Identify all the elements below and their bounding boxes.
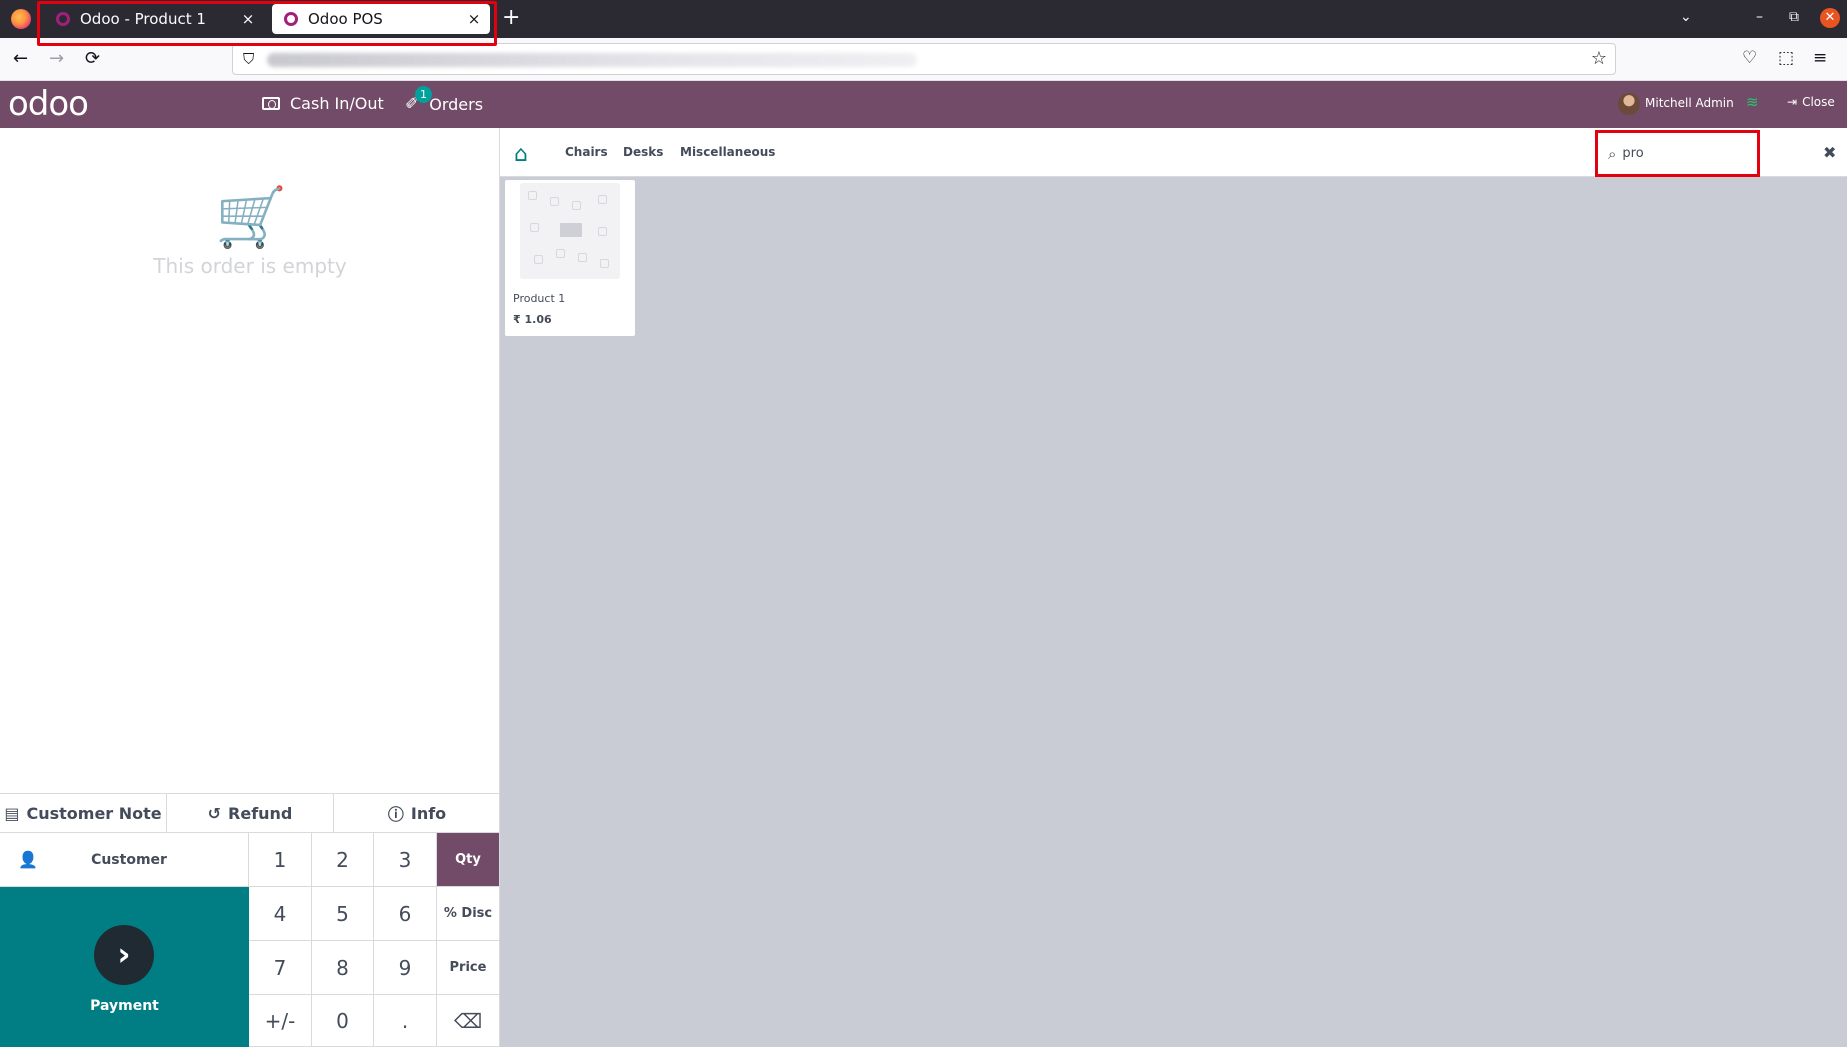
undo-icon: ↺ [207, 803, 222, 823]
user-name[interactable]: Mitchell Admin [1645, 96, 1734, 110]
customer-label: Customer [91, 851, 167, 868]
backspace-icon[interactable]: ⌫ [437, 995, 500, 1047]
pos-header: odoo Cash In/Out ✐ 1 Orders Mitchell Admi… [0, 81, 1847, 128]
firefox-logo-icon[interactable] [11, 9, 31, 29]
ticket-icon: ✐ 1 [405, 86, 432, 114]
search-input[interactable] [1622, 146, 1733, 161]
numpad: 1 2 3 Qty 4 5 6 % Disc 7 8 9 Price +/- 0… [249, 833, 500, 1047]
control-buttons: ▤ Customer Note ↺ Refund ⓘ Info [0, 793, 500, 833]
avatar[interactable] [1618, 93, 1640, 115]
user-icon: 👤 [18, 850, 38, 869]
numpad-key-6[interactable]: 6 [374, 887, 437, 941]
home-icon[interactable]: ⌂ [514, 142, 528, 167]
customer-button[interactable]: 👤 Customer [0, 833, 249, 887]
pocket-icon[interactable]: ♡ [1742, 48, 1757, 68]
numpad-key-2[interactable]: 2 [312, 833, 374, 887]
close-label: Close [1802, 95, 1835, 109]
numpad-key-1[interactable]: 1 [249, 833, 312, 887]
search-icon: ⌕ [1608, 144, 1617, 163]
chevron-right-icon: › [94, 925, 154, 985]
odoo-favicon-icon [56, 12, 70, 26]
bookmark-star-icon[interactable]: ☆ [1591, 48, 1607, 69]
browser-tab-pos[interactable]: Odoo POS × [272, 4, 490, 34]
orders-label: Orders [429, 94, 484, 114]
tab-label: Odoo POS [308, 10, 383, 28]
url-bar[interactable]: ⛉ ☆ [232, 43, 1616, 75]
sign-out-icon: ⇥ [1787, 95, 1798, 109]
numpad-key-3[interactable]: 3 [374, 833, 437, 887]
payment-label: Payment [90, 998, 159, 1014]
empty-order-text: This order is empty [153, 254, 347, 278]
numpad-key-0[interactable]: 0 [312, 995, 374, 1047]
info-button[interactable]: ⓘ Info [334, 794, 500, 832]
browser-nav-bar: ← → ⟳ ⛉ ☆ ♡ ⬚ ≡ [0, 38, 1847, 81]
numpad-key-dot[interactable]: . [374, 995, 437, 1047]
discount-mode-button[interactable]: % Disc [437, 887, 500, 941]
search-box[interactable]: ⌕ [1595, 130, 1760, 177]
browser-tab-bar: Odoo - Product 1 × Odoo POS × + ⌄ – ⧉ ✕ [0, 0, 1847, 46]
category-miscellaneous[interactable]: Miscellaneous [680, 145, 775, 159]
product-card[interactable]: Product 1 ₹ 1.06 [505, 180, 635, 336]
browser-tab-product[interactable]: Odoo - Product 1 × [44, 4, 264, 34]
close-window-icon[interactable]: ✕ [1820, 8, 1840, 28]
odoo-logo: odoo [8, 84, 89, 124]
new-tab-icon[interactable]: + [502, 7, 520, 29]
numpad-key-plus-minus[interactable]: +/- [249, 995, 312, 1047]
numpad-key-5[interactable]: 5 [312, 887, 374, 941]
product-name: Product 1 [513, 292, 566, 305]
cash-icon [262, 97, 280, 110]
order-pane: 🛒 This order is empty ▤ Customer Note ↺ … [0, 128, 500, 1047]
tab-close-icon[interactable]: × [236, 10, 260, 28]
clear-search-icon[interactable]: ✖ [1823, 143, 1836, 162]
product-price: ₹ 1.06 [513, 313, 552, 326]
numpad-key-9[interactable]: 9 [374, 941, 437, 995]
info-label: Info [410, 803, 447, 823]
odoo-favicon-icon [284, 12, 298, 26]
menu-icon[interactable]: ≡ [1813, 48, 1827, 68]
numpad-key-8[interactable]: 8 [312, 941, 374, 995]
close-session-button[interactable]: ⇥ Close [1787, 95, 1835, 109]
wifi-icon: ≋ [1746, 93, 1759, 111]
back-icon[interactable]: ← [13, 48, 28, 69]
price-mode-button[interactable]: Price [437, 941, 500, 995]
reload-icon[interactable]: ⟳ [85, 48, 100, 69]
note-icon: ▤ [4, 803, 20, 823]
info-icon: ⓘ [387, 805, 404, 824]
orders-count-badge: 1 [415, 86, 432, 103]
url-text-blurred [267, 53, 917, 67]
orders-button[interactable]: ✐ 1 Orders [405, 86, 484, 114]
tab-close-icon[interactable]: × [462, 10, 486, 28]
category-desks[interactable]: Desks [623, 145, 663, 159]
products-pane: ⌂ Chairs Desks Miscellaneous ⌕ ✖ Product… [500, 128, 1847, 1047]
numpad-key-7[interactable]: 7 [249, 941, 312, 995]
restore-icon[interactable]: ⧉ [1789, 9, 1799, 25]
tab-label: Odoo - Product 1 [80, 10, 206, 28]
shopping-cart-icon: 🛒 [215, 183, 288, 251]
customer-note-label: Customer Note [26, 803, 162, 823]
qty-mode-button[interactable]: Qty [437, 833, 500, 887]
customer-note-button[interactable]: ▤ Customer Note [0, 794, 167, 832]
category-chairs[interactable]: Chairs [565, 145, 608, 159]
payment-button[interactable]: › Payment [0, 887, 249, 1047]
list-tabs-icon[interactable]: ⌄ [1680, 9, 1692, 25]
cash-in-out-button[interactable]: Cash In/Out [262, 94, 384, 113]
category-bar: ⌂ Chairs Desks Miscellaneous ⌕ ✖ [500, 128, 1847, 177]
forward-icon[interactable]: → [49, 48, 64, 69]
extensions-icon[interactable]: ⬚ [1778, 48, 1794, 68]
refund-button[interactable]: ↺ Refund [167, 794, 334, 832]
shield-icon[interactable]: ⛉ [243, 50, 254, 68]
minimize-icon[interactable]: – [1756, 9, 1763, 25]
cash-in-out-label: Cash In/Out [290, 94, 384, 113]
product-image-placeholder [520, 183, 620, 279]
refund-label: Refund [228, 803, 293, 823]
numpad-key-4[interactable]: 4 [249, 887, 312, 941]
